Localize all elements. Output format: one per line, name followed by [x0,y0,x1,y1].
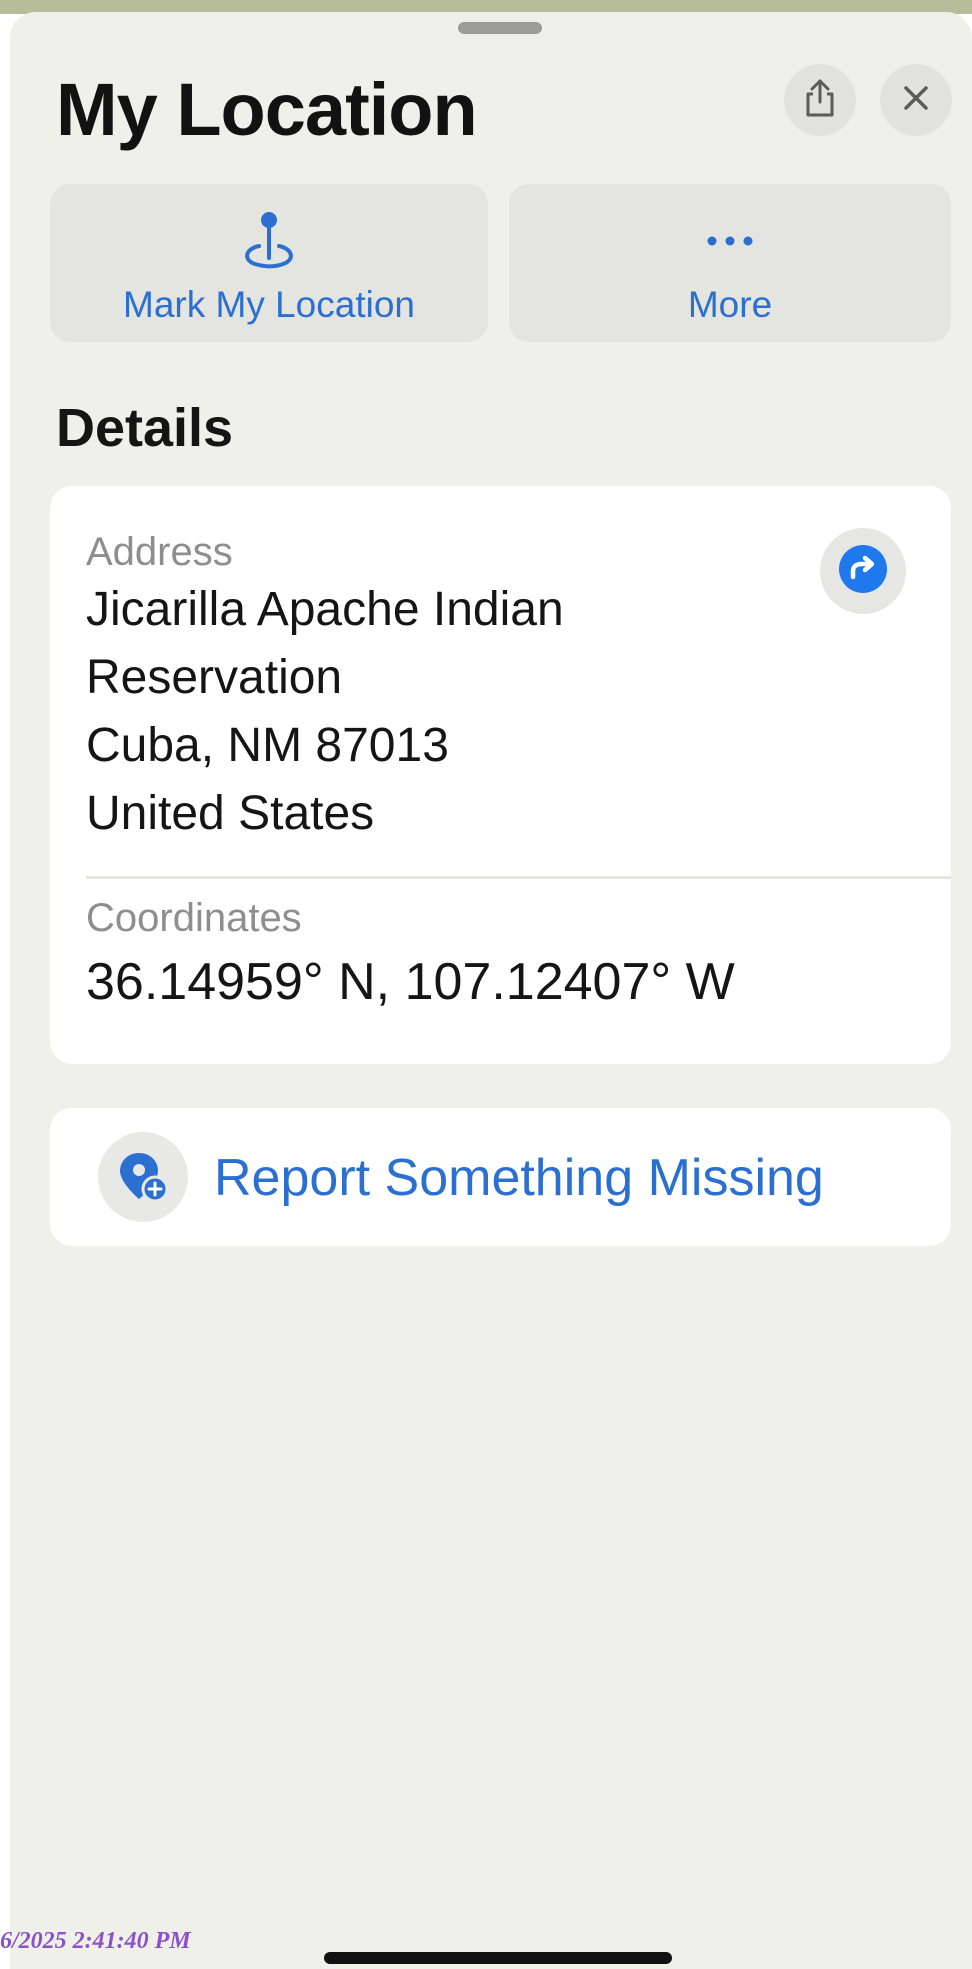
location-sheet: My Location Mark My Location More Detail… [10,12,972,1969]
home-indicator[interactable] [324,1952,672,1964]
map-pin-icon [229,206,309,276]
divider [86,876,951,879]
close-button[interactable] [880,64,952,136]
more-label: More [687,284,773,325]
coordinates-label: Coordinates [86,896,302,940]
details-heading: Details [56,398,234,458]
sheet-grabber[interactable] [458,22,542,34]
mark-my-location-label: Mark My Location [123,284,415,325]
close-icon [901,83,931,118]
share-button[interactable] [784,64,856,136]
directions-button[interactable] [820,528,906,614]
more-button[interactable]: More [509,184,951,342]
mark-my-location-button[interactable]: Mark My Location [50,184,488,342]
address-line: Jicarilla Apache Indian [86,583,564,636]
report-location-icon [98,1132,188,1222]
report-something-missing-button[interactable]: Report Something Missing [50,1108,951,1246]
address-line: Reservation [86,651,343,704]
address-line: United States [86,787,375,840]
ellipsis-icon [690,206,770,276]
timestamp-overlay: 6/2025 2:41:40 PM [0,1928,191,1954]
share-icon [803,78,837,123]
page-title: My Location [56,68,478,151]
coordinates-value[interactable]: 36.14959° N, 107.12407° W [86,948,735,1016]
address-value[interactable]: Jicarilla Apache Indian Reservation Cuba… [86,576,564,848]
address-line: Cuba, NM 87013 [86,719,449,772]
details-card: Address Jicarilla Apache Indian Reservat… [50,486,951,1064]
address-label: Address [86,530,233,574]
directions-icon [838,544,888,599]
report-something-missing-label: Report Something Missing [214,1149,824,1207]
